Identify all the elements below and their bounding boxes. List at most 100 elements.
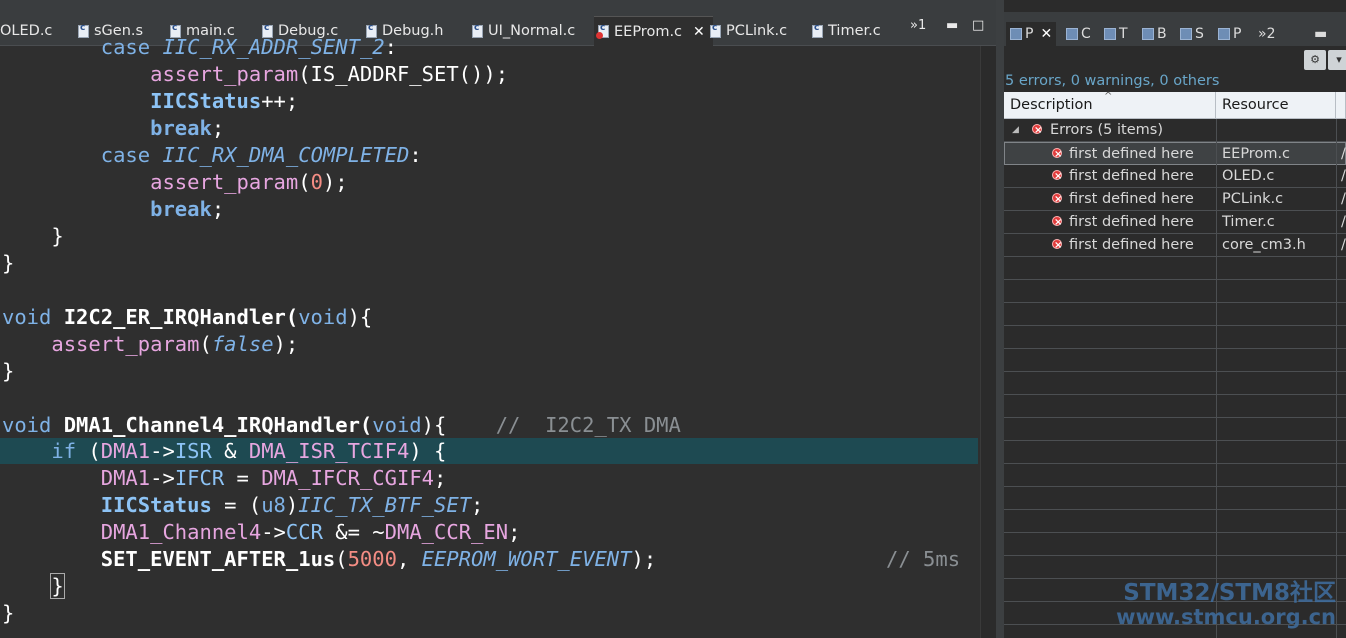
row-resource: PCLink.c <box>1222 191 1284 207</box>
search-icon <box>1180 28 1192 40</box>
code-line: } <box>2 251 15 275</box>
table-row[interactable]: first defined here core_cm3.h / <box>1004 234 1346 257</box>
code-line: void I2C2_ER_IRQHandler(void){ <box>2 305 373 329</box>
column-divider <box>1216 119 1217 638</box>
error-icon <box>1052 211 1062 234</box>
row-description: first defined here <box>1069 168 1194 184</box>
row-path: / <box>1341 146 1346 162</box>
empty-row <box>1004 280 1346 303</box>
code-line: DMA1->IFCR = DMA_IFCR_CGIF4; <box>100 466 447 490</box>
error-icon <box>1052 143 1062 166</box>
close-icon[interactable]: ✕ <box>693 24 705 40</box>
empty-row <box>1004 257 1346 280</box>
row-description: first defined here <box>1069 237 1194 253</box>
code-line: SET_EVENT_AFTER_1us(5000, EEPROM_WORT_EV… <box>100 547 657 571</box>
code-line: break; <box>150 197 225 221</box>
code-line: assert_param(0); <box>150 170 348 194</box>
column-divider <box>1336 119 1337 638</box>
empty-row <box>1004 556 1346 579</box>
watermark-line-1: STM32/STM8社区 <box>1123 580 1336 606</box>
minimize-icon[interactable]: ▬ <box>1314 22 1327 46</box>
tab-label: UI_Normal.c <box>488 23 576 39</box>
column-header-resource[interactable]: Resource <box>1216 92 1336 119</box>
c-file-error-icon <box>596 23 609 39</box>
empty-row <box>1004 395 1346 418</box>
row-description: first defined here <box>1069 146 1194 162</box>
tasks-icon <box>1104 28 1116 40</box>
tab-ui-normal-c[interactable]: UI_Normal.c <box>472 16 575 46</box>
tab-console[interactable]: C <box>1066 22 1091 46</box>
watermark: STM32/STM8社区 www.stmcu.org.cn <box>1116 580 1336 628</box>
watermark-line-2: www.stmcu.org.cn <box>1116 605 1336 629</box>
empty-row <box>1004 464 1346 487</box>
tab-build[interactable]: B <box>1142 22 1167 46</box>
empty-row <box>1004 326 1346 349</box>
tab-properties[interactable]: P <box>1218 22 1241 46</box>
code-line: void DMA1_Channel4_IRQHandler(void){ // … <box>2 413 681 437</box>
maximize-icon[interactable]: □ <box>972 18 984 33</box>
empty-row <box>1004 349 1346 372</box>
code-area[interactable]: case IIC_RX_ADDR_SENT_2: assert_param(IS… <box>0 35 980 638</box>
row-description: first defined here <box>1069 214 1194 230</box>
view-sash[interactable] <box>996 0 1004 638</box>
tab-label: T <box>1119 26 1128 42</box>
tab-search[interactable]: S <box>1180 22 1204 46</box>
side-view-tab-bar: P ✕ C T B S P »2 ▬ <box>1004 12 1346 46</box>
code-line: break; <box>150 116 225 140</box>
c-file-icon <box>812 23 823 38</box>
column-label: Resource <box>1222 97 1289 113</box>
tab-pclink-c[interactable]: PCLink.c <box>710 16 787 46</box>
view-overflow-button[interactable]: »2 <box>1258 22 1275 46</box>
empty-row <box>1004 418 1346 441</box>
tab-overflow-button[interactable]: »1 <box>910 18 926 33</box>
tab-label: B <box>1157 26 1167 42</box>
code-comment: // 5ms <box>886 547 961 571</box>
tab-label: PCLink.c <box>726 23 788 39</box>
problems-toolbar: ⚙ ▾ <box>1004 46 1346 74</box>
tab-label: C <box>1081 26 1091 42</box>
collapse-icon[interactable]: ◢ <box>1012 119 1019 142</box>
tab-problems[interactable]: P ✕ <box>1006 22 1057 46</box>
view-menu-icon[interactable]: ▾ <box>1328 50 1346 70</box>
tab-eeprom-c[interactable]: EEProm.c ✕ <box>594 16 713 46</box>
problems-table[interactable]: Description ^ Resource ◢ Errors (5 items… <box>1004 91 1346 638</box>
column-label: Description <box>1010 97 1093 113</box>
empty-row <box>1004 510 1346 533</box>
minimize-icon[interactable]: ▬ <box>946 18 958 33</box>
empty-row <box>1004 533 1346 556</box>
column-header-path[interactable] <box>1336 92 1346 119</box>
tab-tasks[interactable]: T <box>1104 22 1128 46</box>
empty-row <box>1004 441 1346 464</box>
code-editor[interactable]: OLED.c sGen.s main.c Debug.c Debug.h UI_… <box>0 0 996 638</box>
problems-icon <box>1010 28 1022 40</box>
editor-vertical-scrollbar[interactable] <box>980 46 996 638</box>
table-row[interactable]: first defined here OLED.c / <box>1004 165 1346 188</box>
code-line-current: if (DMA1->ISR & DMA_ISR_TCIF4) { <box>51 439 447 463</box>
table-row[interactable]: first defined here Timer.c / <box>1004 211 1346 234</box>
c-file-icon <box>710 23 721 38</box>
row-path: / <box>1341 237 1346 253</box>
column-header-description[interactable]: Description ^ <box>1004 91 1216 119</box>
code-line: } <box>2 359 15 383</box>
tab-label: S <box>1195 26 1204 42</box>
close-icon[interactable]: ✕ <box>1040 26 1052 42</box>
error-icon <box>1052 188 1062 211</box>
error-icon <box>1032 119 1042 142</box>
tab-label: P <box>1233 26 1242 42</box>
table-row[interactable]: first defined here EEProm.c / <box>1004 142 1346 166</box>
code-line: IICStatus = (u8)IIC_TX_BTF_SET; <box>100 493 484 517</box>
group-row-errors[interactable]: ◢ Errors (5 items) <box>1004 119 1346 142</box>
c-file-icon <box>472 23 483 38</box>
row-resource: Timer.c <box>1222 214 1275 230</box>
sort-up-icon: ^ <box>1104 91 1113 102</box>
table-row[interactable]: first defined here PCLink.c / <box>1004 188 1346 211</box>
tab-timer-c[interactable]: Timer.c <box>812 16 881 46</box>
build-icon <box>1142 28 1154 40</box>
tab-label: EEProm.c <box>614 23 683 40</box>
row-path: / <box>1341 214 1346 230</box>
problems-view: P ✕ C T B S P »2 ▬ ⚙ ▾ 5 errors, 0 warni… <box>1004 0 1346 638</box>
error-icon <box>1052 234 1062 257</box>
filter-icon[interactable]: ⚙ <box>1304 50 1326 70</box>
code-line: } <box>50 573 65 599</box>
tab-label: Timer.c <box>828 23 881 39</box>
